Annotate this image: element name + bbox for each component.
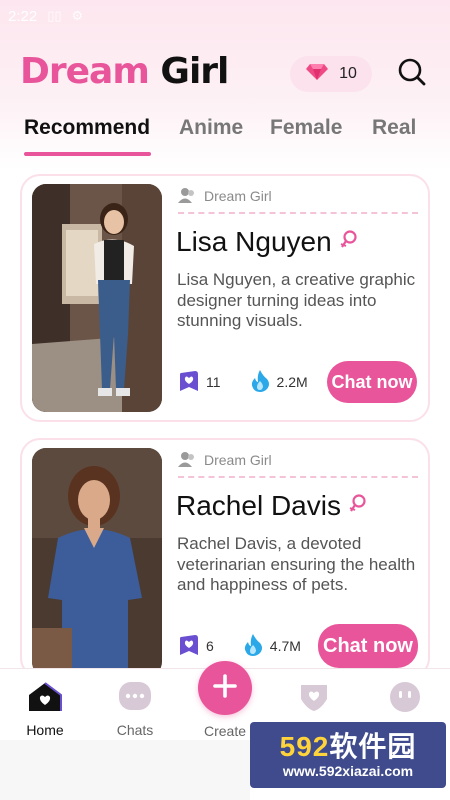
plus-icon [212,673,238,704]
bookmark-count: 6 [206,638,214,654]
settings-status-icon: ⚙ [71,8,84,23]
chat-now-button[interactable]: Chat now [327,361,417,403]
character-description: Lisa Nguyen, a creative graphic designer… [177,270,416,330]
logo-word-1: Dream [20,51,150,92]
fire-icon [242,633,264,660]
active-tab-indicator [24,152,151,156]
character-name: Lisa Nguyen [176,226,332,257]
tab-anime[interactable]: Anime [179,116,243,140]
watermark-url: www.592xiazai.com [282,763,414,779]
nav-chats-label: Chats [116,722,154,738]
divider [178,476,418,478]
chat-now-button[interactable]: Chat now [318,624,418,668]
divider [178,212,418,214]
category-tabs: Recommend Anime Female Real [0,112,450,158]
character-name: Rachel Davis [176,490,341,521]
name-row: Lisa Nguyen [176,226,358,258]
creator-row: Dream Girl [178,450,272,470]
site-watermark: 592软件园 www.592xiazai.com [250,722,446,788]
status-time: 2:22 [8,7,38,25]
bookmark-count: 11 [206,374,221,390]
character-stats: 6 4.7M [178,632,301,660]
home-icon [27,681,63,716]
gem-icon [305,63,329,86]
creator-name: Dream Girl [204,452,272,468]
user-icon [178,187,196,206]
search-button[interactable] [394,56,430,92]
creator-name: Dream Girl [204,188,272,204]
face-icon [388,681,422,716]
female-gender-icon [340,229,358,256]
popularity-count: 2.2M [276,374,308,390]
chat-bubble-icon [118,681,152,716]
gem-balance-button[interactable]: 10 [290,56,372,92]
sim-icon: ▯▯ [47,8,62,23]
user-icon [178,451,196,470]
character-portrait [32,184,162,412]
character-stats: 11 2.2M [178,368,308,396]
fire-icon [249,369,271,396]
bookmark-icon [178,633,200,660]
tab-female[interactable]: Female [270,116,342,140]
status-bar: 2:22 ▯▯ ⚙ [0,0,450,32]
character-portrait [32,448,162,676]
watermark-title: 592软件园 [280,731,417,763]
nav-profile[interactable] [370,681,440,716]
character-card[interactable]: Dream Girl Rachel Davis Rachel Davis, a … [20,438,430,678]
create-button[interactable] [198,661,252,715]
nav-create-label: Create [204,723,247,739]
tab-real[interactable]: Real [372,116,416,140]
name-row: Rachel Davis [176,490,367,522]
app-logo: Dream Girl [20,50,229,94]
watermark-text: 软件园 [329,731,417,762]
gem-count: 10 [339,65,357,82]
tab-recommend[interactable]: Recommend [24,116,150,140]
nav-favorites[interactable] [279,681,349,716]
nav-home-label: Home [26,722,64,738]
nav-home[interactable]: Home [10,681,80,738]
watermark-number: 592 [279,731,330,762]
logo-word-2: Girl [160,51,229,92]
bookmark-icon [178,369,200,396]
character-description: Rachel Davis, a devoted veterinarian ens… [177,534,416,594]
system-area [0,740,250,800]
heart-shield-icon [297,681,331,716]
character-card[interactable]: Dream Girl Lisa Nguyen Lisa Nguyen, a cr… [20,174,430,422]
female-gender-icon [349,493,367,520]
app-header: Dream Girl 10 [0,44,450,104]
popularity-count: 4.7M [269,638,301,654]
creator-row: Dream Girl [178,186,272,206]
nav-chats[interactable]: Chats [100,681,170,738]
search-icon [397,57,427,92]
